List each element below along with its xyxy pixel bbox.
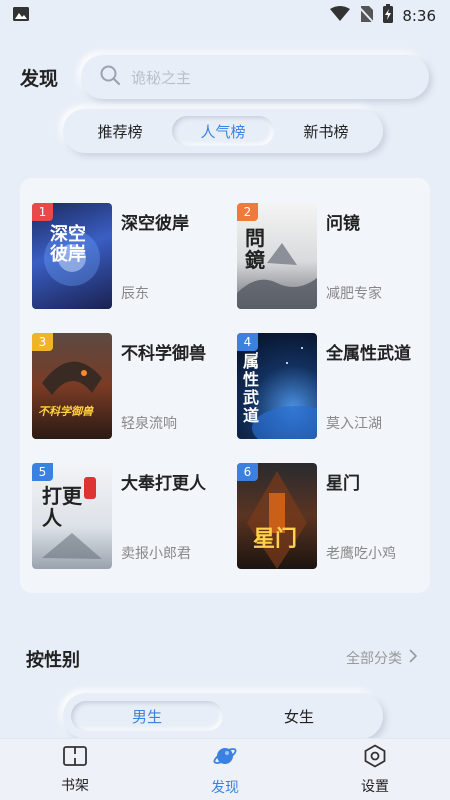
cover-title-art: 問鏡 — [245, 226, 265, 272]
wifi-icon — [330, 6, 351, 26]
book-author: 轻泉流响 — [121, 416, 177, 432]
book-cover[interactable]: 1 深空彼岸 — [32, 203, 112, 309]
nav-label: 设置 — [361, 778, 389, 795]
header: 发现 诡秘之主 — [0, 52, 450, 102]
all-categories-label: 全部分类 — [346, 651, 402, 667]
book-cover[interactable]: 3 不科学御兽 — [32, 333, 112, 439]
tab-new-books[interactable]: 新书榜 — [275, 116, 377, 146]
cover-title-art: 不科学御兽 — [38, 405, 93, 418]
tab-male[interactable]: 男生 — [71, 701, 223, 731]
no-sim-icon — [358, 5, 375, 27]
tab-female[interactable]: 女生 — [223, 701, 375, 731]
book-item[interactable]: 3 不科学御兽 不科学御兽 轻泉流响 — [32, 333, 232, 439]
book-author: 减肥专家 — [326, 286, 382, 302]
book-title[interactable]: 不科学御兽 — [121, 339, 206, 364]
status-bar: 8:36 — [0, 0, 450, 32]
rank-tab-bar: 推荐榜 人气榜 新书榜 — [63, 109, 383, 153]
book-cover[interactable]: 6 星门 — [237, 463, 317, 569]
chevron-right-icon — [408, 649, 418, 667]
search-icon — [99, 64, 121, 90]
rank-badge: 4 — [237, 333, 258, 351]
book-author: 辰东 — [121, 286, 149, 302]
bottom-nav: 书架 发现 设置 — [0, 738, 450, 800]
search-input[interactable]: 诡秘之主 — [81, 55, 429, 99]
book-item[interactable]: 2 問鏡 问镜 减肥专家 — [237, 203, 437, 309]
search-placeholder: 诡秘之主 — [131, 68, 192, 87]
book-icon — [62, 745, 88, 771]
cover-title-art: 属性武道 — [243, 352, 260, 425]
book-title[interactable]: 全属性武道 — [326, 339, 411, 364]
book-title[interactable]: 星门 — [326, 469, 360, 494]
nav-label: 发现 — [211, 779, 239, 796]
cover-title-art: 打更人 — [42, 484, 82, 530]
battery-charging-icon — [382, 4, 394, 28]
book-item[interactable]: 4 属性武道 全属性武道 莫入江湖 — [237, 333, 437, 439]
rank-badge: 1 — [32, 203, 53, 221]
nav-discover[interactable]: 发现 — [150, 743, 300, 797]
book-item[interactable]: 1 深空彼岸 深空彼岸 辰东 — [32, 203, 232, 309]
rank-badge: 3 — [32, 333, 53, 351]
cover-title-art: 星门 — [253, 526, 298, 552]
tab-recommend[interactable]: 推荐榜 — [69, 116, 171, 146]
clock: 8:36 — [402, 7, 436, 25]
book-author: 莫入江湖 — [326, 416, 382, 432]
nav-settings[interactable]: 设置 — [300, 743, 450, 796]
book-cover[interactable]: 2 問鏡 — [237, 203, 317, 309]
book-item[interactable]: 6 星门 星门 老鹰吃小鸡 — [237, 463, 437, 569]
book-title[interactable]: 深空彼岸 — [121, 209, 189, 234]
settings-icon — [363, 743, 387, 772]
book-author: 老鹰吃小鸡 — [326, 546, 396, 562]
book-author: 卖报小郎君 — [121, 546, 191, 562]
image-notification-icon — [12, 5, 30, 27]
cover-title-art: 深空彼岸 — [50, 224, 86, 265]
gender-tab-bar: 男生 女生 — [63, 693, 383, 739]
all-categories-link[interactable]: 全部分类 — [346, 648, 418, 668]
page-title: 发现 — [20, 68, 59, 90]
book-cover[interactable]: 4 属性武道 — [237, 333, 317, 439]
book-item[interactable]: 5 打更人 大奉打更人 卖报小郎君 — [32, 463, 232, 569]
book-title[interactable]: 问镜 — [326, 209, 360, 234]
book-cover[interactable]: 5 打更人 — [32, 463, 112, 569]
rank-badge: 5 — [32, 463, 53, 481]
rank-badge: 2 — [237, 203, 258, 221]
nav-bookshelf[interactable]: 书架 — [0, 745, 150, 795]
ranking-panel: 1 深空彼岸 深空彼岸 辰东 2 問鏡 问镜 减肥专家 3 不科学御兽 不科学御… — [20, 178, 430, 593]
nav-label: 书架 — [61, 777, 89, 794]
section-title: 按性别 — [26, 650, 80, 671]
tab-popular[interactable]: 人气榜 — [172, 116, 274, 146]
planet-icon — [212, 743, 238, 773]
rank-badge: 6 — [237, 463, 258, 481]
book-title[interactable]: 大奉打更人 — [121, 469, 206, 494]
